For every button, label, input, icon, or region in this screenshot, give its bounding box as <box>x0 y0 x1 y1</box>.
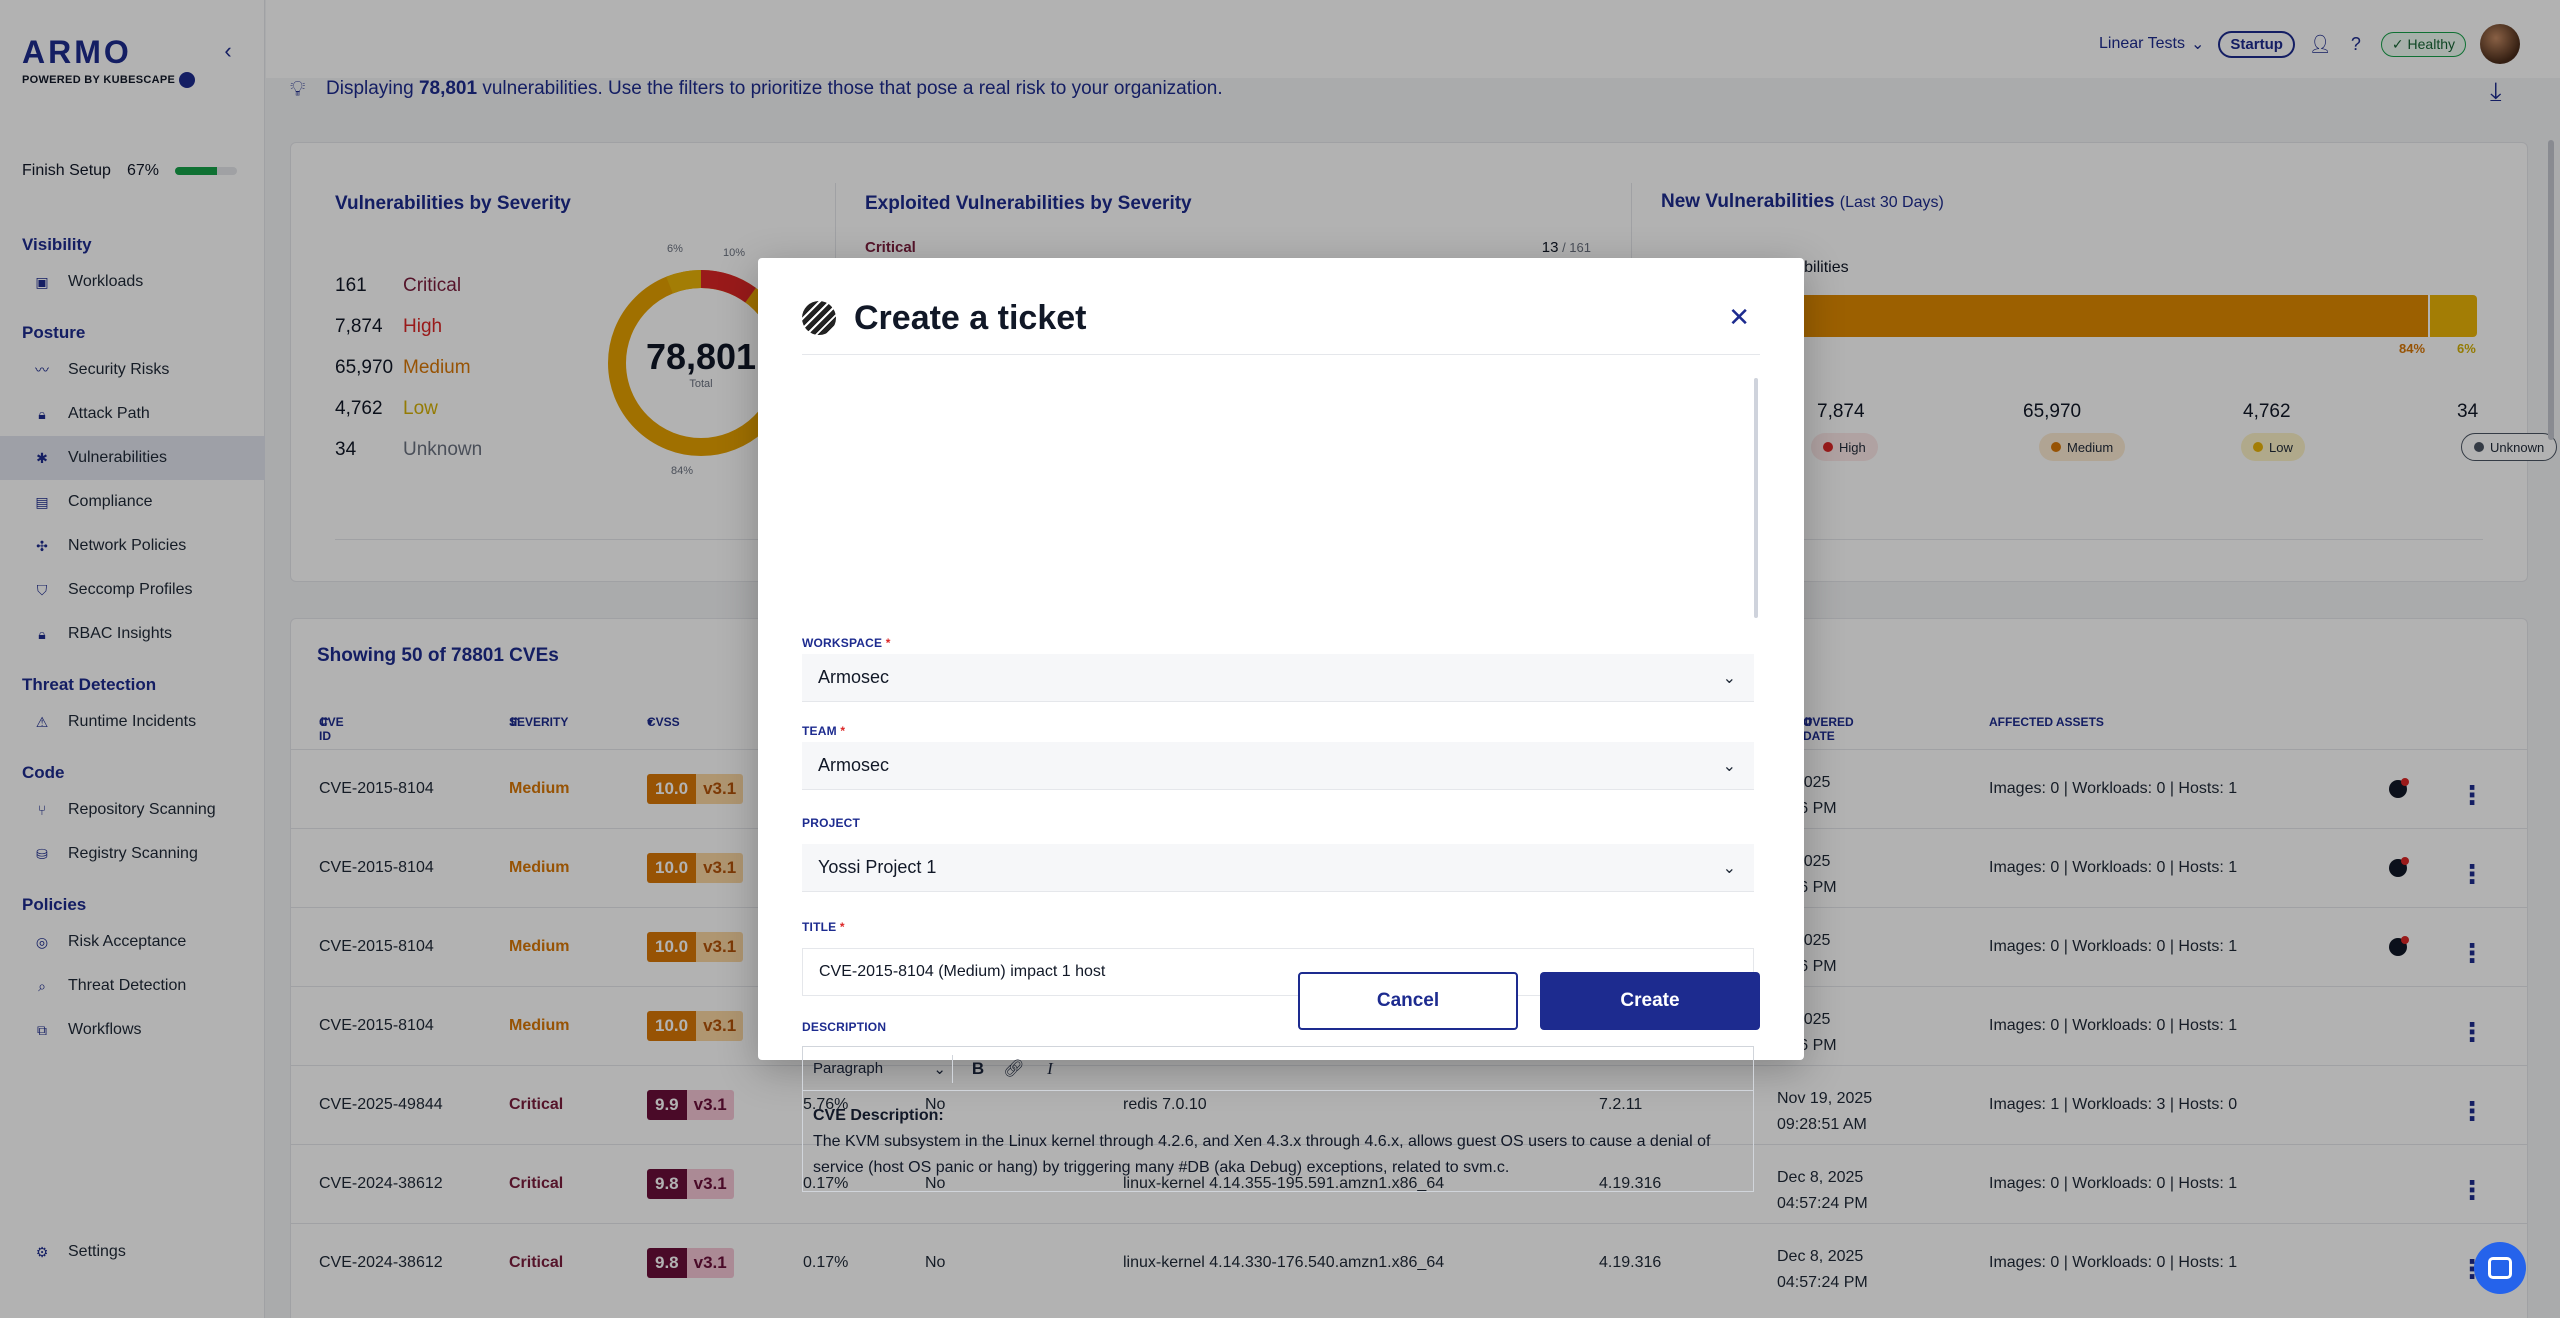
team-label-text: TEAM <box>802 724 837 738</box>
required-mark: * <box>840 724 846 738</box>
desc-line-2: service (host OS panic or hang) by trigg… <box>813 1159 1510 1176</box>
team-value: Armosec <box>818 755 890 775</box>
description-label: DESCRIPTION <box>802 1020 887 1034</box>
workspace-select[interactable]: Armosec ⌄ <box>802 654 1754 702</box>
chevron-down-icon: ⌄ <box>1722 757 1736 775</box>
desc-line-1: The KVM subsystem in the Linux kernel th… <box>813 1133 1711 1150</box>
chevron-down-icon: ⌄ <box>1722 859 1736 877</box>
link-icon[interactable]: 🔗︎ <box>1003 1059 1025 1079</box>
modal-body: WORKSPACE * Armosec ⌄ TEAM * Armosec ⌄ P… <box>802 370 1762 1192</box>
team-label: TEAM * <box>802 724 845 738</box>
desc-heading-text: CVE Description: <box>813 1107 944 1124</box>
editor-content[interactable]: CVE Description: The KVM subsystem in th… <box>803 1091 1753 1191</box>
title-label-text: TITLE <box>802 920 837 934</box>
workspace-value: Armosec <box>818 667 890 687</box>
create-button[interactable]: Create <box>1540 972 1760 1030</box>
italic-icon[interactable]: I <box>1039 1059 1061 1079</box>
editor-toolbar: Paragraph ⌄ B 🔗︎ I <box>803 1047 1753 1091</box>
modal-header-rule <box>802 354 1760 355</box>
chat-icon <box>2488 1257 2512 1279</box>
team-select[interactable]: Armosec ⌄ <box>802 742 1754 790</box>
chevron-down-icon: ⌄ <box>1722 669 1736 687</box>
desc-heading: CVE Description: <box>813 1103 1743 1129</box>
required-mark: * <box>885 636 891 650</box>
cancel-button[interactable]: Cancel <box>1298 972 1518 1030</box>
project-label: PROJECT <box>802 816 861 830</box>
project-select[interactable]: Yossi Project 1 ⌄ <box>802 844 1754 892</box>
create-ticket-modal: Create a ticket ✕ WORKSPACE * Armosec ⌄ … <box>758 258 1804 1192</box>
close-icon[interactable]: ✕ <box>1728 302 1750 333</box>
title-input-value: CVE-2015-8104 (Medium) impact 1 host <box>819 963 1106 980</box>
required-mark: * <box>839 920 845 934</box>
chevron-down-icon: ⌄ <box>933 1060 946 1078</box>
modal-title: Create a ticket <box>854 298 1087 337</box>
project-value: Yossi Project 1 <box>818 857 937 877</box>
chat-button[interactable] <box>2474 1242 2526 1294</box>
title-label: TITLE * <box>802 920 845 934</box>
modal-footer: Cancel Create <box>1298 972 1760 1030</box>
linear-logo-icon <box>802 301 836 335</box>
block-type-select[interactable]: Paragraph ⌄ <box>813 1054 953 1083</box>
bold-icon[interactable]: B <box>967 1059 989 1079</box>
modal-header: Create a ticket ✕ <box>802 288 1760 348</box>
block-type-value: Paragraph <box>813 1060 884 1077</box>
description-editor[interactable]: Paragraph ⌄ B 🔗︎ I CVE Description: The K… <box>802 1046 1754 1192</box>
workspace-label-text: WORKSPACE <box>802 636 883 650</box>
workspace-label: WORKSPACE * <box>802 636 891 650</box>
